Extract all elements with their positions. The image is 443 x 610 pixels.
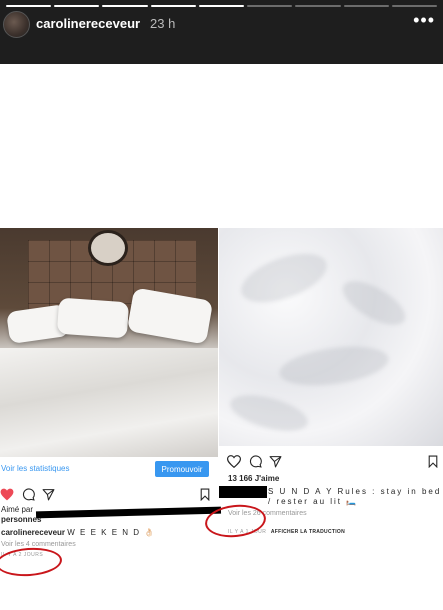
bookmark-icon[interactable]: [200, 488, 210, 501]
likes-count[interactable]: 13 166 J'aime: [228, 474, 442, 483]
share-icon[interactable]: [269, 455, 282, 468]
fabric-fold: [336, 272, 412, 334]
progress-segment: [102, 5, 148, 7]
bed-photo-right: [219, 228, 443, 446]
progress-segment: [6, 5, 52, 7]
caption: S U N D A Y Rules : stay in bed / rester…: [228, 487, 442, 507]
comment-icon[interactable]: [22, 488, 35, 501]
bookmark-icon[interactable]: [428, 455, 438, 468]
story-progress: [6, 5, 437, 7]
avatar[interactable]: [3, 11, 30, 38]
promote-button[interactable]: Promouvoir: [155, 461, 209, 477]
progress-segment: [54, 5, 100, 7]
mirror: [88, 230, 128, 266]
pillow: [126, 287, 214, 345]
progress-segment: [343, 5, 389, 7]
story-header: carolinereceveur 23 h •••: [0, 8, 443, 42]
fabric-fold: [226, 388, 312, 438]
progress-segment: [391, 5, 437, 7]
heart-outline-icon[interactable]: [227, 455, 241, 468]
caption: carolinereceveur W E E K E N D 👌🏻: [1, 528, 216, 538]
story-time: 23 h: [150, 16, 176, 31]
bed-photo-left: [0, 228, 218, 457]
caption-user[interactable]: carolinereceveur: [1, 528, 65, 537]
progress-segment: [150, 5, 196, 7]
see-translation-link[interactable]: AFFICHER LA TRADUCTION: [271, 529, 345, 535]
view-statistics-link[interactable]: Voir les statistiques: [1, 464, 69, 473]
heart-icon[interactable]: [0, 488, 14, 501]
fabric-fold: [277, 340, 391, 392]
share-icon[interactable]: [42, 488, 55, 501]
post-actions-right: [225, 453, 443, 471]
liked-prefix: Aimé par: [1, 505, 34, 514]
post-actions: [0, 486, 218, 504]
progress-segment: [295, 5, 341, 7]
stats-row: Voir les statistiques Promouvoir: [0, 459, 218, 481]
fabric-fold: [234, 243, 334, 313]
username[interactable]: carolinereceveur: [36, 16, 140, 31]
more-options-icon[interactable]: •••: [413, 10, 435, 31]
progress-segment: [198, 5, 245, 7]
progress-segment: [247, 5, 293, 7]
caption-text: S U N D A Y Rules : stay in bed / rester…: [268, 487, 442, 506]
comment-icon[interactable]: [249, 455, 262, 468]
pillow: [56, 297, 130, 339]
story-viewer: carolinereceveur 23 h ••• Voir les stati…: [0, 0, 443, 610]
caption-text: W E E K E N D 👌🏻: [67, 528, 156, 537]
duvet: [0, 348, 218, 457]
